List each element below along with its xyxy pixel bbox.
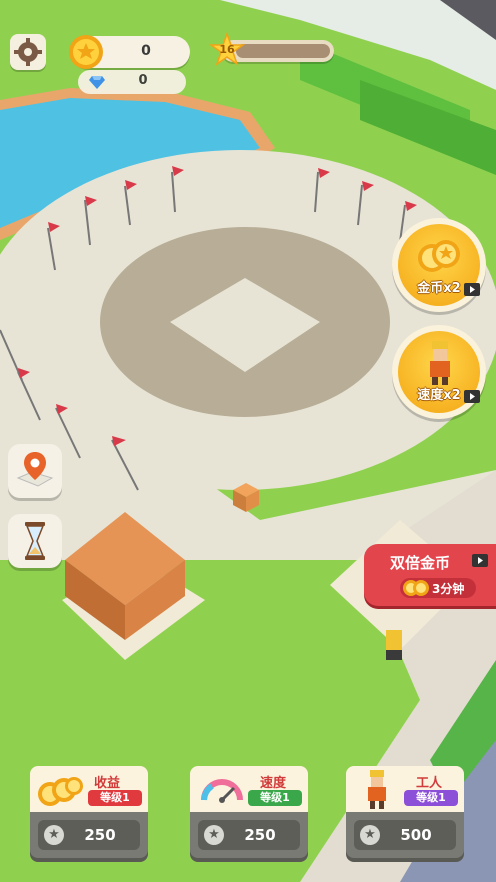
gold-coin-icon bbox=[69, 35, 103, 69]
video-icon bbox=[472, 554, 488, 567]
hourglass-button[interactable] bbox=[8, 514, 62, 568]
gold-amount: 0 bbox=[141, 43, 151, 59]
double-gold-duration-pill: 3分钟 bbox=[400, 578, 476, 598]
upgrade-title: 工人 bbox=[416, 776, 443, 791]
upgrade-title: 速度 bbox=[260, 776, 287, 791]
double-gold-duration: 3分钟 bbox=[432, 582, 465, 596]
star-icon: ★ bbox=[44, 825, 64, 845]
map-button[interactable] bbox=[8, 444, 62, 498]
speed-boost-button[interactable]: 速度x2 bbox=[392, 325, 486, 419]
map-pin-icon bbox=[16, 452, 54, 487]
worker-icon bbox=[430, 341, 450, 385]
gold-boost-button[interactable]: 金币x2 bbox=[392, 218, 486, 312]
video-icon bbox=[464, 283, 480, 296]
gem-counter: 0 bbox=[78, 70, 186, 94]
upgrade-card-income[interactable]: 收益 等级1 ★ 250 bbox=[30, 766, 148, 862]
upgrade-level-badge: 等级1 bbox=[248, 790, 302, 806]
star-icon: ★ bbox=[204, 825, 224, 845]
video-icon bbox=[464, 390, 480, 403]
gold-coins-icon bbox=[38, 777, 83, 806]
speedometer-icon bbox=[201, 779, 243, 803]
gold-counter: 0 bbox=[69, 35, 190, 69]
upgrade-cost-button[interactable]: ★ 250 bbox=[38, 820, 140, 850]
gold-coins-icon bbox=[403, 580, 429, 596]
upgrade-cost: 250 bbox=[84, 826, 116, 844]
diamond-icon bbox=[89, 76, 105, 89]
upgrade-cost: 500 bbox=[400, 826, 432, 844]
double-gold-button[interactable]: 双倍金币 3分钟 bbox=[364, 544, 496, 606]
upgrade-cost-button[interactable]: ★ 250 bbox=[198, 820, 300, 850]
upgrade-level-badge: 等级1 bbox=[404, 790, 458, 806]
upgrade-title: 收益 bbox=[94, 776, 121, 791]
game-scene bbox=[0, 0, 496, 882]
hourglass-icon bbox=[25, 522, 45, 560]
settings-button[interactable] bbox=[10, 34, 46, 70]
upgrade-level-badge: 等级1 bbox=[88, 790, 142, 806]
gem-amount: 0 bbox=[138, 73, 148, 88]
gold-coins-icon bbox=[418, 240, 460, 272]
upgrade-card-speed[interactable]: 速度 等级1 ★ 250 bbox=[190, 766, 308, 862]
level-number: 16 bbox=[219, 43, 235, 56]
upgrade-card-worker[interactable]: 工人 等级1 ★ 500 bbox=[346, 766, 464, 862]
worker-icon bbox=[368, 770, 386, 809]
double-gold-title: 双倍金币 bbox=[390, 554, 451, 572]
upgrade-cost: 250 bbox=[244, 826, 276, 844]
settings-icon bbox=[14, 38, 42, 66]
star-icon: ★ bbox=[360, 825, 380, 845]
upgrade-cost-button[interactable]: ★ 500 bbox=[354, 820, 456, 850]
level-progress-track bbox=[236, 44, 330, 58]
